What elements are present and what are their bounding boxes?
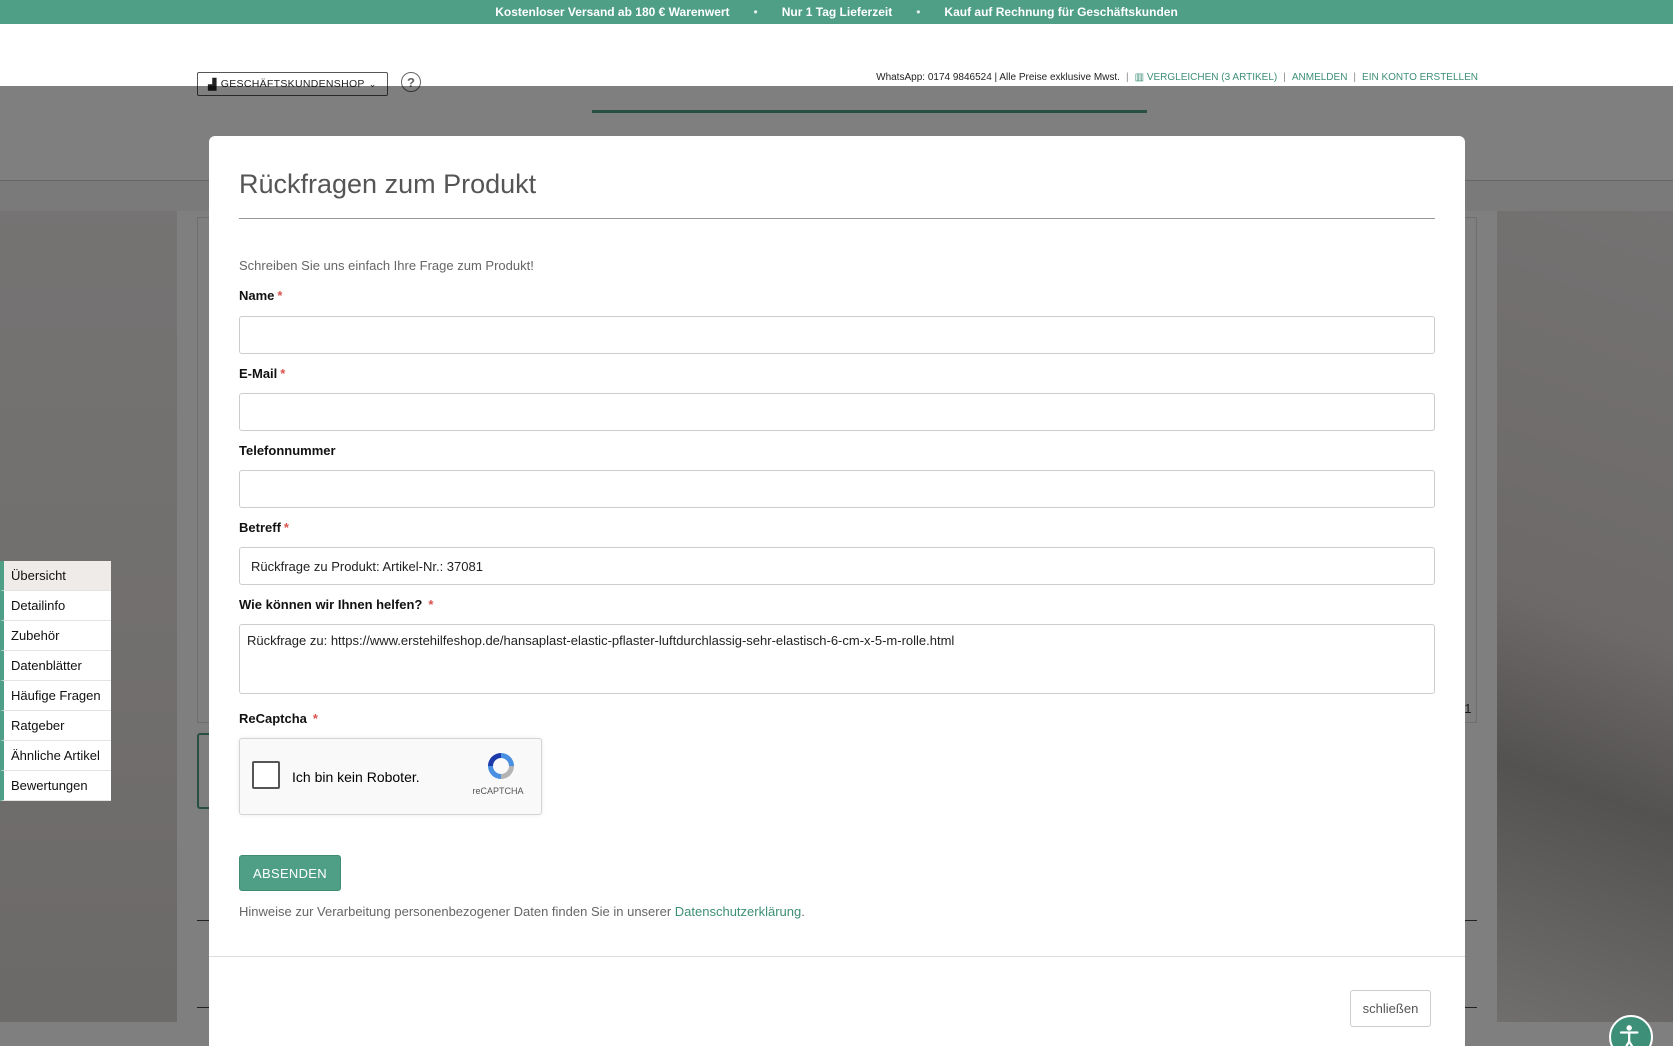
compare-link[interactable]: ▥ VERGLEICHEN (3 ARTIKEL) [1135,72,1278,83]
phone-label: Telefonnummer [239,443,336,458]
anchor-item-uebersicht[interactable]: Übersicht [0,561,111,591]
privacy-policy-link[interactable]: Datenschutzerklärung [675,904,801,919]
promo-delivery-time: Nur 1 Tag Lieferzeit [781,5,893,19]
recaptcha-widget: Ich bin kein Roboter. reCAPTCHA [239,738,542,815]
promo-separator: • [916,5,921,19]
anchor-item-haeufige-fragen[interactable]: Häufige Fragen [0,681,111,711]
anchor-item-detailinfo[interactable]: Detailinfo [0,591,111,621]
promo-separator: • [753,5,758,19]
email-label-text: E-Mail [239,366,278,381]
phone-input[interactable] [239,470,1435,508]
name-input[interactable] [239,316,1435,354]
divider: | [1353,72,1357,83]
required-marker: * [280,366,286,381]
subject-input[interactable] [239,547,1435,585]
submit-button[interactable]: ABSENDEN [239,855,341,891]
subject-label: Betreff * [239,520,289,535]
modal-title: Rückfragen zum Produkt [239,169,537,199]
anchor-item-aehnliche-artikel[interactable]: Ähnliche Artikel [0,741,111,771]
message-label: Wie können wir Ihnen helfen? * [239,597,433,612]
email-label: E-Mail * [239,366,285,381]
required-marker: * [428,597,434,612]
required-marker: * [312,711,318,726]
product-inquiry-modal: Rückfragen zum Produkt Schreiben Sie uns… [209,136,1465,1046]
required-marker: * [277,288,283,303]
accessibility-figure-icon [1619,1025,1639,1046]
product-anchor-menu: Übersicht Detailinfo Zubehör Datenblätte… [0,561,111,801]
close-button[interactable]: schließen [1350,990,1431,1027]
message-textarea[interactable]: Rückfrage zu: https://www.erstehilfeshop… [239,624,1435,694]
login-link[interactable]: ANMELDEN [1292,72,1348,83]
message-label-text: Wie können wir Ihnen helfen? [239,597,423,612]
recaptcha-label-text: ReCaptcha [239,711,307,726]
divider [209,956,1465,957]
compare-icon: ▥ [1134,72,1145,83]
privacy-note: Hinweise zur Verarbeitung personenbezoge… [239,904,805,919]
phone-label-text: Telefonnummer [239,443,336,458]
name-label: Name * [239,288,282,303]
modal-intro-text: Schreiben Sie uns einfach Ihre Frage zum… [239,258,534,273]
promo-invoice: Kauf auf Rechnung für Geschäftskunden [944,5,1178,19]
promo-free-shipping: Kostenloser Versand ab 180 € Warenwert [495,5,730,19]
anchor-item-ratgeber[interactable]: Ratgeber [0,711,111,741]
anchor-item-zubehoer[interactable]: Zubehör [0,621,111,651]
required-marker: * [283,520,289,535]
compare-label: VERGLEICHEN (3 ARTIKEL) [1146,72,1278,83]
divider: | [1283,72,1286,83]
accessibility-icon[interactable] [1609,1015,1653,1046]
privacy-note-suffix: . [801,904,805,919]
register-link[interactable]: EIN KONTO ERSTELLEN [1362,72,1478,83]
divider [239,218,1435,219]
privacy-note-text: Hinweise zur Verarbeitung personenbezoge… [239,904,675,919]
name-label-text: Name [239,288,275,303]
recaptcha-checkbox[interactable] [252,761,280,789]
email-input[interactable] [239,393,1435,431]
header-meta-links: WhatsApp: 0174 9846524 | Alle Preise exk… [876,72,1478,83]
whatsapp-info: WhatsApp: 0174 9846524 | Alle Preise exk… [876,72,1120,83]
recaptcha-brand: reCAPTCHA [472,786,524,796]
recaptcha-checkbox-label: Ich bin kein Roboter. [292,769,420,785]
recaptcha-logo-icon [488,753,514,779]
anchor-item-datenblaetter[interactable]: Datenblätter [0,651,111,681]
anchor-item-bewertungen[interactable]: Bewertungen [0,771,111,801]
subject-label-text: Betreff [239,520,281,535]
promo-bar: Kostenloser Versand ab 180 € Warenwert •… [0,0,1673,24]
divider: | [1125,72,1129,83]
recaptcha-label: ReCaptcha * [239,711,318,726]
